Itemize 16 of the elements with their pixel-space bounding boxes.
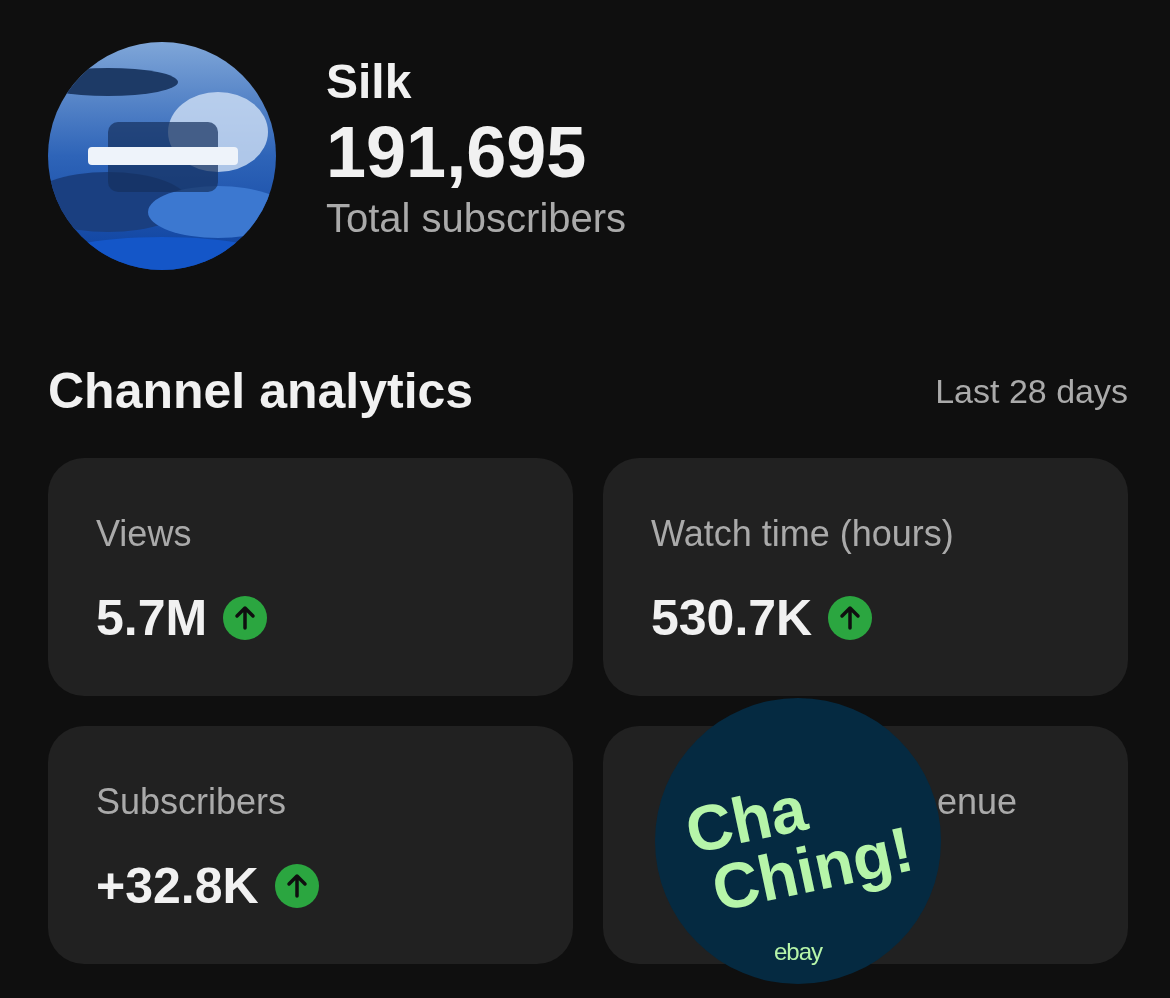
- period-label: Last 28 days: [935, 371, 1128, 411]
- metric-value: 5.7M: [96, 590, 208, 646]
- metric-title: Subscribers: [96, 780, 288, 824]
- metric-card[interactable]: Subscribers +32.8K: [48, 726, 573, 964]
- metric-value: 530.7K: [651, 590, 813, 646]
- subscriber-count: 191,695: [326, 111, 588, 194]
- brand-logo: ebay: [772, 938, 824, 966]
- metric-title: Views: [96, 512, 193, 556]
- section-title: Channel analytics: [48, 362, 474, 420]
- metric-title: enue: [937, 780, 1018, 824]
- metric-card[interactable]: Watch time (hours) 530.7K: [603, 458, 1128, 696]
- metric-title: Watch time (hours): [651, 512, 955, 556]
- metric-value: +32.8K: [96, 858, 259, 914]
- metric-card[interactable]: Views 5.7M: [48, 458, 573, 696]
- subscriber-label: Total subscribers: [326, 195, 627, 242]
- channel-name: Silk: [326, 54, 413, 110]
